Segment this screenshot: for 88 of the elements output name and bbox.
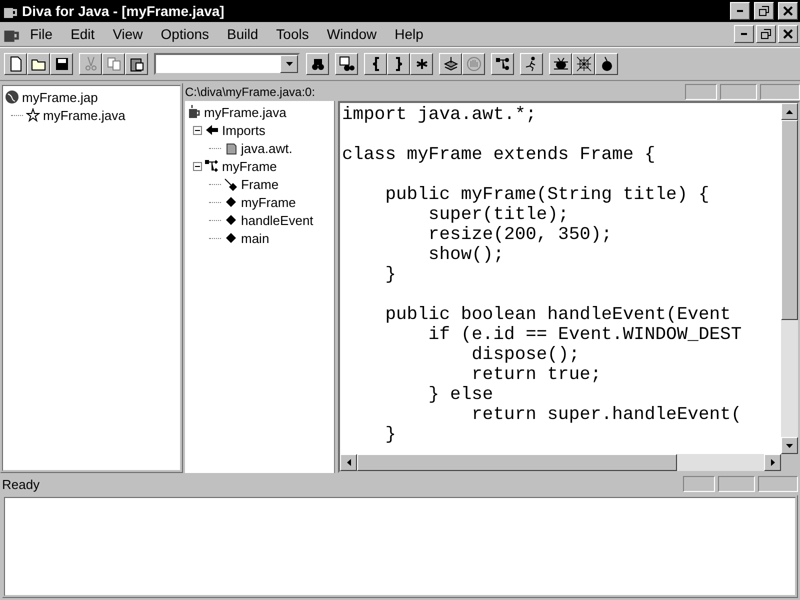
close-button[interactable] <box>778 25 798 43</box>
toolbar-button[interactable] <box>410 53 433 75</box>
restore-icon <box>761 29 771 39</box>
toolbar-button[interactable] <box>595 53 618 75</box>
toolbar-button[interactable] <box>364 53 387 75</box>
vertical-scrollbar[interactable] <box>781 103 798 454</box>
diamond-icon <box>224 231 238 245</box>
tree-item-label[interactable]: myFrame.java <box>204 104 286 120</box>
menu-item[interactable]: Help <box>386 26 432 42</box>
globe-icon <box>5 90 19 104</box>
toolbar-button[interactable] <box>50 53 73 75</box>
up-arrow-icon <box>786 110 793 114</box>
horizontal-scrollbar[interactable] <box>340 454 781 471</box>
menu-item[interactable]: View <box>104 26 151 42</box>
arrow-diamond-icon <box>224 177 238 191</box>
toolbar-button[interactable] <box>572 53 595 75</box>
star-icon <box>26 108 40 122</box>
menu-item[interactable]: Window <box>318 26 385 42</box>
spider-web-icon <box>576 56 592 72</box>
tree-item-label[interactable]: Frame <box>241 176 279 192</box>
menu-item[interactable]: Build <box>219 26 266 42</box>
status-text: Ready <box>2 476 41 492</box>
menu-item[interactable]: File <box>22 26 61 42</box>
class-hierarchy-icon <box>205 159 219 173</box>
tree-item-label[interactable]: main <box>241 230 270 246</box>
toolbar-button[interactable] <box>439 53 462 75</box>
diamond-icon <box>224 195 238 209</box>
tree-item-label[interactable]: myFrame <box>241 194 296 210</box>
minimize-icon <box>741 33 747 35</box>
asterisk-icon <box>414 56 430 72</box>
close-icon <box>783 29 793 39</box>
menu-item[interactable]: Options <box>152 26 218 42</box>
file-path-label: C:\diva\myFrame.java:0: <box>185 85 316 99</box>
toolbar-button[interactable] <box>520 53 543 75</box>
tree-item-label[interactable]: handleEvent <box>241 212 314 228</box>
diamond-icon <box>224 213 238 227</box>
blank-page-icon <box>8 56 24 72</box>
toolbar-button[interactable] <box>27 53 50 75</box>
minimize-icon <box>737 10 743 12</box>
window-title: Diva for Java - [myFrame.java] <box>22 3 226 19</box>
toolbar-button[interactable] <box>549 53 572 75</box>
scissors-icon <box>82 56 98 72</box>
clipboard-icon <box>128 56 144 72</box>
status-pane <box>685 84 717 100</box>
toolbar-button[interactable] <box>387 53 410 75</box>
close-brace-icon <box>396 57 402 71</box>
open-brace-icon <box>372 57 378 71</box>
restore-icon <box>759 6 769 16</box>
book-stack-icon <box>442 56 458 72</box>
package-icon <box>224 141 238 155</box>
tree-item-label[interactable]: myFrame.jap <box>22 90 98 104</box>
cup-icon <box>187 105 201 119</box>
toolbar-button[interactable] <box>4 53 27 75</box>
menu-item[interactable]: Edit <box>62 26 103 42</box>
toolbar-button[interactable] <box>306 53 329 75</box>
restore-button[interactable] <box>756 25 776 43</box>
tree-item-label[interactable]: java.awt. <box>241 140 292 156</box>
hierarchy-icon <box>494 56 510 72</box>
minimize-button[interactable] <box>734 25 754 43</box>
status-pane <box>718 476 755 492</box>
bug-icon <box>552 56 568 72</box>
import-arrow-icon <box>205 123 219 137</box>
close-icon <box>783 6 793 16</box>
search-combo-field[interactable] <box>154 53 300 75</box>
binoculars-icon <box>310 56 326 72</box>
minimize-button[interactable] <box>730 2 750 20</box>
status-pane <box>683 476 715 492</box>
toolbar-button[interactable] <box>125 53 148 75</box>
copy-pages-icon <box>106 56 122 72</box>
right-arrow-icon <box>770 459 774 466</box>
collapse-box-icon[interactable] <box>193 162 202 170</box>
tree-item-label[interactable]: myFrame.java <box>43 108 126 122</box>
collapse-box-icon[interactable] <box>193 126 202 134</box>
status-pane <box>720 84 757 100</box>
binoculars-page-icon <box>338 56 354 72</box>
close-button[interactable] <box>778 2 798 20</box>
down-arrow-icon <box>786 444 793 448</box>
restore-button[interactable] <box>754 2 774 20</box>
menu-item[interactable]: Tools <box>268 26 317 42</box>
status-pane <box>760 84 800 100</box>
hand-icon <box>466 56 482 72</box>
tree-item-label[interactable]: myFrame <box>222 158 277 174</box>
left-arrow-icon <box>346 459 350 466</box>
down-arrow-icon <box>286 62 292 66</box>
toolbar-button[interactable] <box>491 53 514 75</box>
toolbar-button[interactable] <box>335 53 358 75</box>
status-pane <box>758 476 798 492</box>
tree-item-label[interactable]: Imports <box>222 122 266 138</box>
